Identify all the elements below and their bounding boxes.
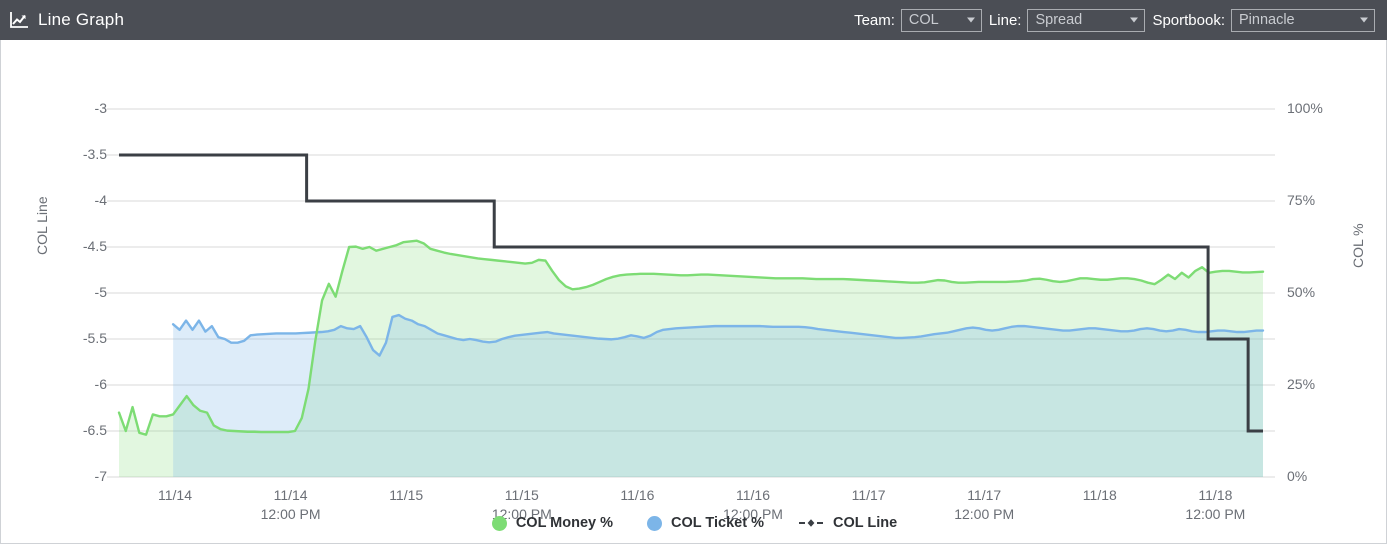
legend-swatch-money-icon (491, 515, 507, 531)
chevron-down-icon (966, 17, 975, 23)
line-select-value: Spread (1035, 12, 1083, 28)
legend-swatch-ticket-icon (647, 515, 663, 531)
right-axis-title: COL % (1350, 223, 1366, 268)
line-label: Line: (988, 11, 1022, 29)
left-tick-label: -6 (94, 376, 107, 392)
left-tick-label: -7 (94, 468, 107, 484)
left-tick-label: -6.5 (82, 422, 107, 438)
sportbook-select-value: Pinnacle (1239, 12, 1295, 28)
team-control: Team: COL (854, 8, 982, 32)
legend-label-ticket: COL Ticket % (671, 515, 764, 531)
chevron-down-icon (1130, 17, 1139, 23)
chevron-down-icon (1360, 17, 1368, 23)
line-chart-icon (9, 11, 29, 29)
left-tick-label: -4 (94, 192, 107, 208)
header-left: Line Graph (9, 10, 124, 30)
x-tick-date: 11/18 (1198, 487, 1233, 503)
left-tick-label: -4.5 (82, 238, 107, 254)
sportbook-select[interactable]: Pinnacle (1231, 8, 1375, 32)
line-select[interactable]: Spread (1027, 8, 1146, 32)
widget-header: Line Graph Team: COL Line: Spread Sportb… (0, 0, 1387, 40)
chart-legend: COL Money % COL Ticket % COL Line (1, 515, 1387, 531)
legend-item-money[interactable]: COL Money % (491, 515, 614, 531)
legend-item-line[interactable]: COL Line (798, 515, 897, 531)
legend-label-money: COL Money % (515, 515, 614, 531)
line-graph-widget: Line Graph Team: COL Line: Spread Sportb… (0, 0, 1387, 544)
sportbook-control: Sportbook: Pinnacle (1152, 8, 1375, 32)
header-controls: Team: COL Line: Spread Sportbook: Pinnac… (854, 8, 1375, 32)
chart-plot-area (1, 40, 1387, 544)
legend-swatch-line-icon (798, 517, 824, 529)
team-select-value: COL (908, 12, 939, 28)
chart-body: COL Line COL % -3 -3.5 -4 -4.5 -5 -5.5 -6 -6.5 -… (0, 40, 1387, 544)
left-tick-label: -5 (94, 284, 107, 300)
left-tick-label: -3.5 (82, 146, 107, 162)
left-tick-label: -3 (94, 100, 107, 116)
team-label: Team: (854, 11, 895, 29)
line-control: Line: Spread (988, 8, 1146, 32)
team-select[interactable]: COL (900, 8, 982, 32)
right-tick-label: 0% (1287, 468, 1308, 484)
chart-svg (107, 108, 1275, 478)
right-tick-label: 25% (1287, 376, 1316, 392)
sportbook-label: Sportbook: (1152, 11, 1225, 29)
right-tick-label: 100% (1287, 100, 1323, 116)
legend-item-ticket[interactable]: COL Ticket % (647, 515, 764, 531)
legend-label-col-line: COL Line (832, 515, 898, 531)
page-title: Line Graph (38, 10, 125, 29)
left-tick-label: -5.5 (82, 330, 107, 346)
right-tick-label: 50% (1287, 284, 1316, 300)
right-tick-label: 75% (1287, 192, 1316, 208)
